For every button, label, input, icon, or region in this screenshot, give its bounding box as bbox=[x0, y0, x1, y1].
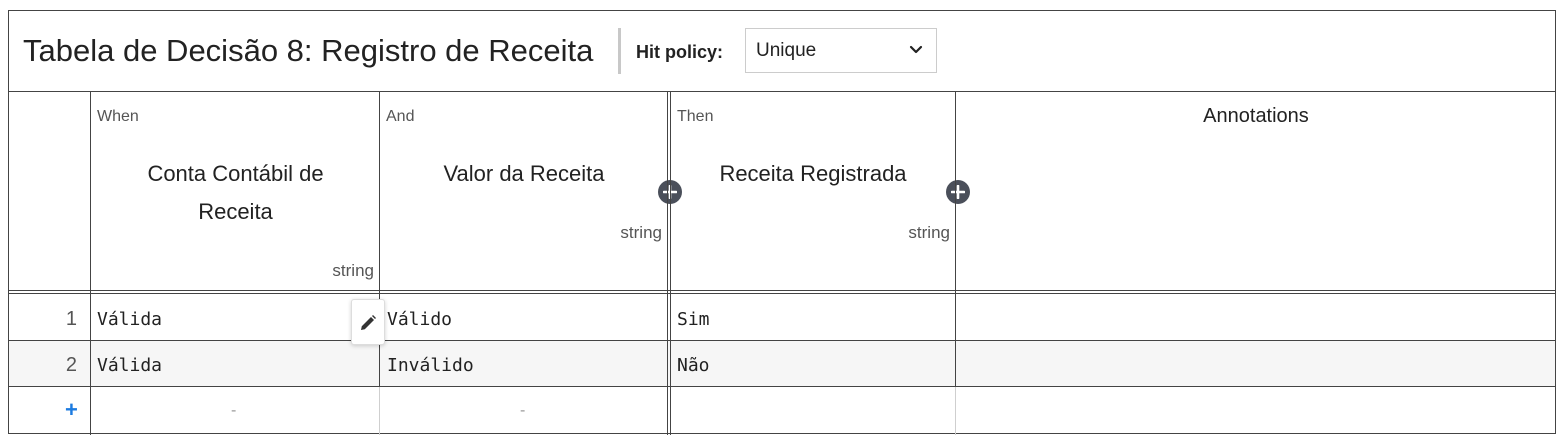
header-divider-bottom bbox=[9, 293, 1555, 294]
table-cell[interactable]: Válido bbox=[387, 309, 452, 330]
row-divider bbox=[9, 340, 1555, 341]
row-number[interactable]: 1 bbox=[37, 308, 77, 331]
output-column-header[interactable]: Receita Registrada string bbox=[670, 93, 956, 291]
hit-policy-select[interactable]: Unique bbox=[745, 28, 937, 73]
new-row-placeholder[interactable]: - bbox=[520, 402, 525, 420]
column-label-line-1: Receita Registrada bbox=[719, 161, 907, 186]
new-row-placeholder[interactable]: - bbox=[231, 402, 236, 420]
plus-icon bbox=[951, 185, 965, 199]
annotations-header[interactable]: Annotations bbox=[956, 105, 1556, 128]
decision-table: Tabela de Decisão 8: Registro de Receita… bbox=[8, 10, 1556, 435]
row-background-2 bbox=[9, 341, 1555, 387]
table-cell[interactable]: Não bbox=[677, 355, 710, 376]
pencil-icon bbox=[361, 315, 376, 330]
header-divider-top bbox=[9, 290, 1555, 291]
input-column-header-2[interactable]: Valor da Receita string bbox=[380, 93, 668, 291]
hit-policy-value: Unique bbox=[756, 40, 817, 61]
column-type-1: string bbox=[332, 261, 374, 280]
column-label-line-2: Receita bbox=[198, 199, 273, 224]
input-output-divider bbox=[670, 92, 671, 435]
table-cell[interactable]: Sim bbox=[677, 309, 710, 330]
edit-cell-button[interactable] bbox=[351, 299, 385, 345]
table-title[interactable]: Tabela de Decisão 8: Registro de Receita bbox=[23, 33, 593, 69]
table-cell[interactable]: Válida bbox=[97, 309, 162, 330]
column-divider bbox=[955, 387, 956, 435]
row-divider bbox=[9, 386, 1555, 387]
add-output-column-button[interactable] bbox=[946, 180, 970, 204]
title-separator bbox=[618, 28, 621, 74]
table-cell[interactable]: Válida bbox=[97, 355, 162, 376]
input-output-divider bbox=[667, 92, 668, 435]
column-label-line-1: Conta Contábil de bbox=[147, 161, 324, 186]
column-divider bbox=[955, 92, 956, 387]
column-label-line-1: Valor da Receita bbox=[443, 161, 605, 186]
column-type-3: string bbox=[908, 223, 950, 242]
input-column-header-1[interactable]: Conta Contábil de Receita string bbox=[91, 93, 380, 291]
column-divider bbox=[90, 92, 91, 435]
row-number[interactable]: 2 bbox=[37, 354, 77, 377]
hit-policy-label: Hit policy: bbox=[636, 42, 724, 62]
table-cell[interactable]: Inválido bbox=[387, 355, 474, 376]
chevron-down-icon bbox=[909, 45, 923, 54]
column-divider bbox=[379, 387, 380, 435]
column-type-2: string bbox=[620, 223, 662, 242]
add-row-button[interactable]: + bbox=[65, 397, 78, 423]
table-header: Tabela de Decisão 8: Registro de Receita… bbox=[9, 11, 1555, 92]
